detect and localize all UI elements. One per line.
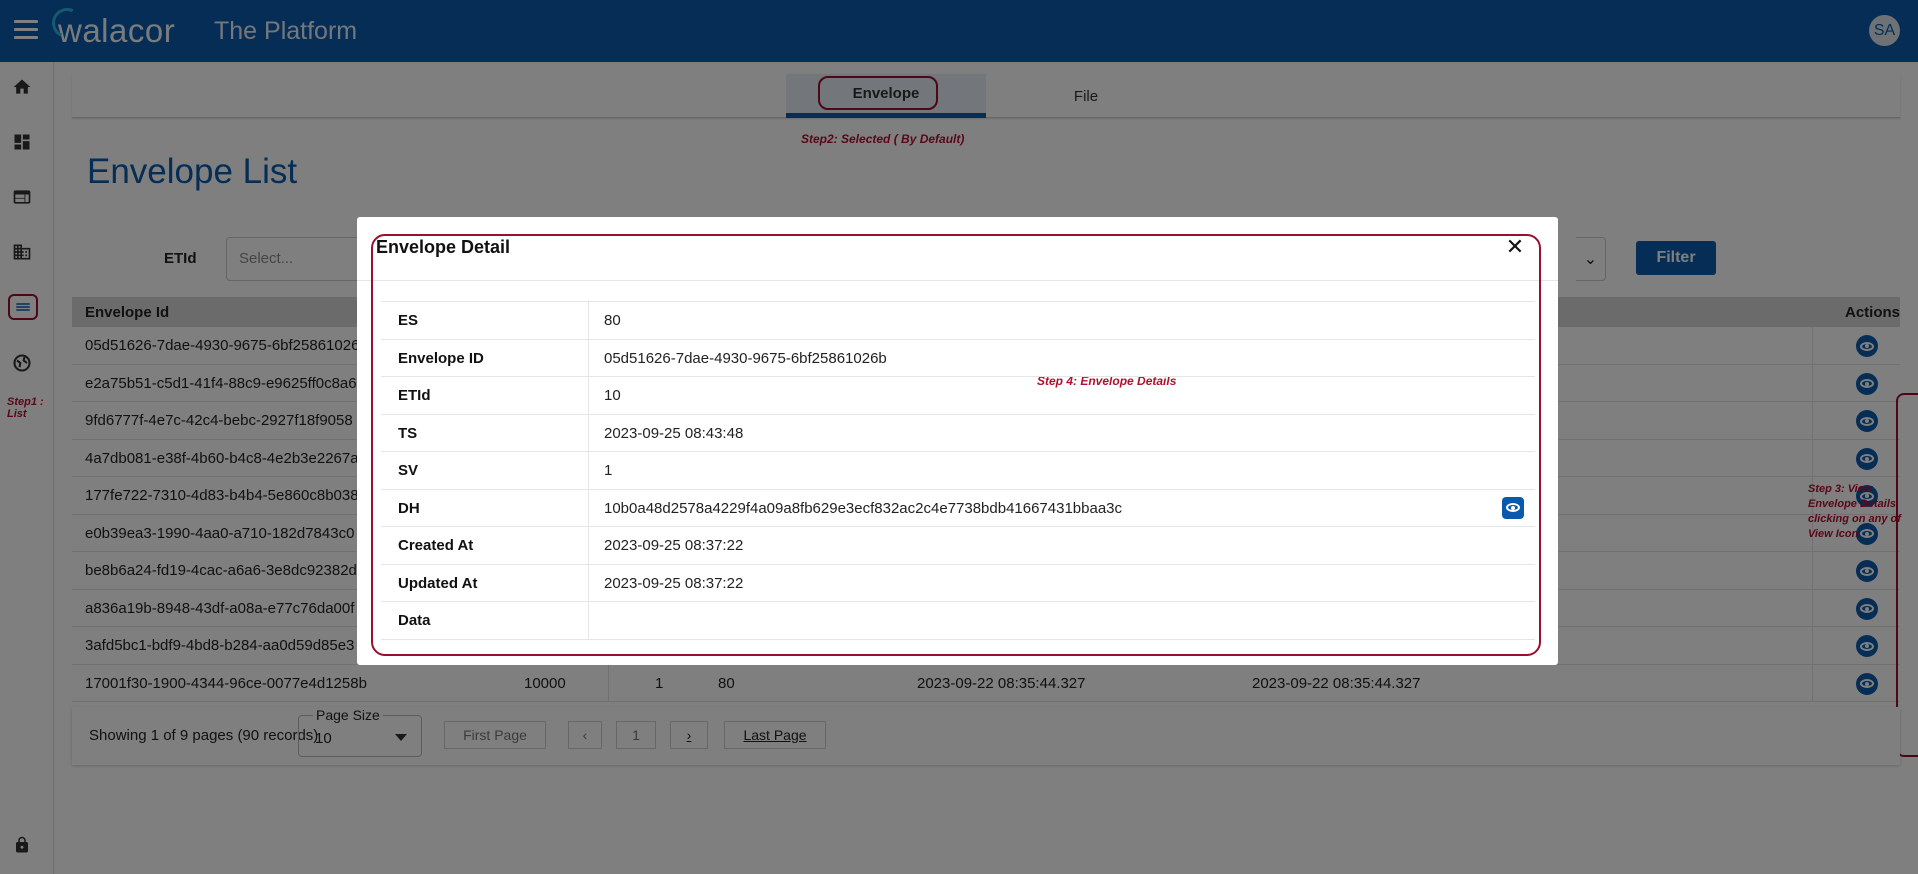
detail-row: TS 2023-09-25 08:43:48 [381, 414, 1535, 452]
detail-row: Created At 2023-09-25 08:37:22 [381, 527, 1535, 565]
detail-value: 80 [604, 312, 621, 329]
column-divider [588, 377, 589, 414]
detail-value: 2023-09-25 08:43:48 [604, 424, 744, 442]
column-divider [588, 302, 589, 339]
detail-row: Updated At 2023-09-25 08:37:22 [381, 564, 1535, 602]
modal-title: Envelope Detail [376, 237, 511, 257]
detail-table: ES 80 Envelope ID 05d51626-7dae-4930-9675-6… [381, 301, 1535, 640]
detail-value: 05d51626-7dae-4930-9675-6bf25861026b [604, 349, 887, 367]
detail-value: 1 [604, 462, 613, 479]
detail-key: ETId [398, 387, 431, 404]
detail-key: ES [398, 312, 419, 329]
detail-row: ES 80 [381, 302, 1535, 340]
detail-value: 2023-09-25 08:37:22 [604, 574, 744, 592]
detail-key: Created At [398, 537, 474, 554]
detail-value: 2023-09-25 08:37:22 [604, 537, 744, 554]
detail-row: ETId 10 [381, 377, 1535, 415]
detail-row: SV 1 [381, 452, 1535, 490]
column-divider [588, 489, 589, 526]
detail-key: TS [398, 424, 418, 442]
detail-key: DH [398, 499, 420, 517]
column-divider [588, 564, 589, 601]
detail-row: DH 10b0a48d2578a4229f4a09a8fb629e3ecf832a… [381, 489, 1535, 527]
column-divider [588, 452, 589, 489]
detail-value: 10 [604, 387, 621, 404]
column-divider [588, 414, 589, 451]
column-divider [588, 339, 589, 376]
envelope-detail-modal: Envelope Detail ✕ Step 4: Envelope Detai… [357, 217, 1558, 665]
close-icon[interactable]: ✕ [1503, 235, 1527, 259]
detail-row: Data [381, 602, 1535, 640]
modal-divider [357, 280, 1558, 281]
column-divider [588, 527, 589, 564]
column-divider [588, 602, 589, 639]
detail-key: Envelope ID [398, 349, 484, 367]
detail-key: Updated At [398, 574, 478, 592]
detail-key: Data [398, 612, 431, 629]
detail-value: 10b0a48d2578a4229f4a09a8fb629e3ecf832ac2… [604, 499, 1123, 517]
detail-row: Envelope ID 05d51626-7dae-4930-9675-6bf25… [381, 339, 1535, 377]
detail-key: SV [398, 462, 419, 479]
view-hash-icon[interactable] [1502, 496, 1524, 519]
eye-icon [1506, 503, 1520, 512]
